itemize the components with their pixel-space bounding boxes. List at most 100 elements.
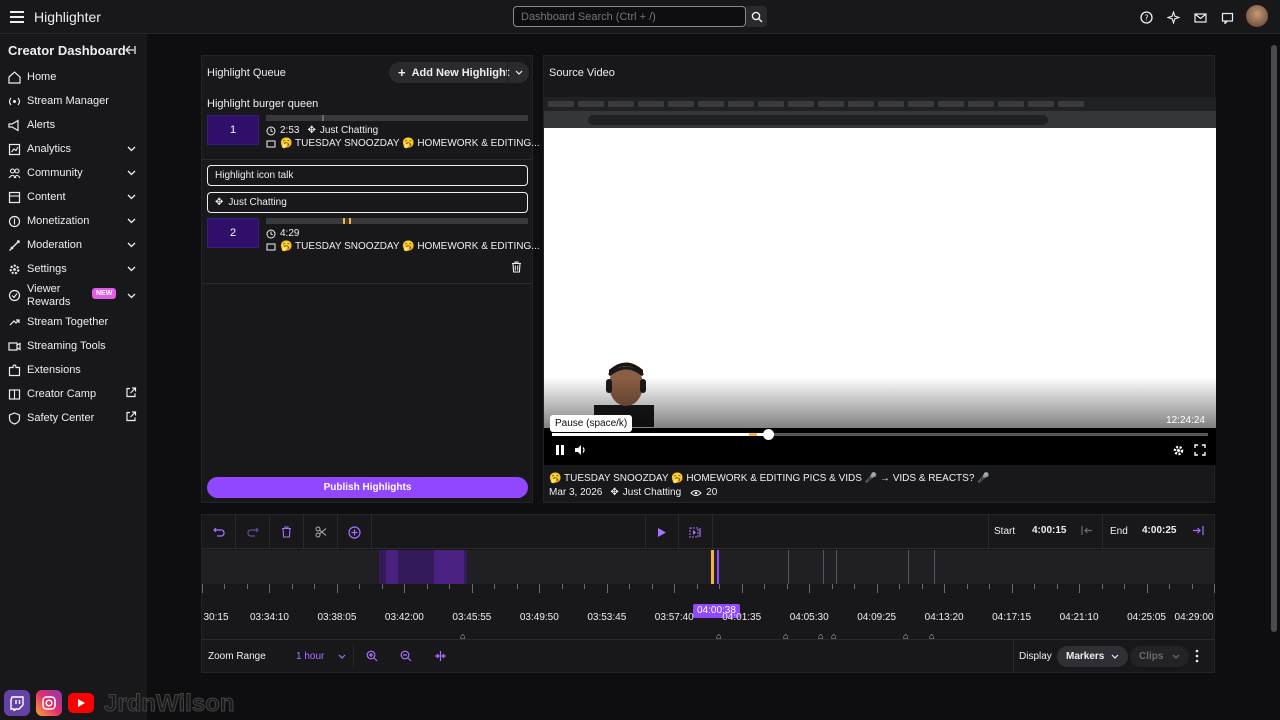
highlight-number: 1 — [229, 124, 237, 136]
timeline-tick-label: 04:17:15 — [992, 612, 1032, 623]
highlight-segment[interactable] — [386, 550, 398, 584]
highlight-thumbnail-2[interactable]: 2 — [207, 218, 259, 248]
inbox-icon[interactable] — [1192, 10, 1208, 26]
sidebar-item-creator-camp[interactable]: Creator Camp — [0, 382, 147, 406]
source-stream-title: 🥱 TUESDAY SNOOZDAY 🥱 HOMEWORK & EDITING … — [549, 473, 990, 484]
highlight-name: Highlight burger queen — [207, 98, 319, 110]
page-scrollbar[interactable] — [1271, 45, 1277, 632]
user-avatar[interactable] — [1246, 5, 1268, 27]
fit-to-view-icon[interactable] — [434, 650, 447, 665]
timeline-tick-label: 04:09:25 — [857, 612, 897, 623]
highlight-category-input[interactable]: ✥ Just Chatting — [207, 192, 528, 213]
timeline-tick — [1214, 584, 1215, 593]
sidebar-item-stream-together[interactable]: Stream Together — [0, 310, 147, 334]
zoom-in-icon[interactable] — [366, 650, 378, 665]
chevron-down-icon[interactable] — [127, 263, 136, 275]
video-player[interactable]: 12:24:24 Pause (space/k) — [544, 97, 1216, 465]
dashboard-search-input[interactable] — [513, 6, 746, 27]
clock-icon — [266, 126, 276, 135]
search-button[interactable] — [746, 6, 767, 27]
jump-to-end-button[interactable] — [679, 515, 713, 549]
add-new-highlight-label: Add New Highlight — [411, 66, 510, 79]
sidebar-item-content[interactable]: Content — [0, 185, 147, 209]
sidebar-item-safety-center[interactable]: Safety Center — [0, 406, 147, 430]
add-clip-button[interactable] — [338, 515, 372, 549]
delete-button[interactable] — [270, 515, 304, 549]
sidebar-item-analytics[interactable]: Analytics — [0, 137, 147, 161]
sidebar-item-alerts[interactable]: Alerts — [0, 113, 147, 137]
footer-divider — [1013, 640, 1014, 673]
split-button[interactable] — [304, 515, 338, 549]
timeline-tick — [1191, 584, 1193, 589]
timeline-tick — [494, 584, 496, 589]
help-icon[interactable]: ? — [1138, 10, 1154, 26]
set-end-icon[interactable] — [1192, 525, 1204, 539]
video-settings-gear-icon[interactable] — [1172, 444, 1185, 460]
highlight-thumbnail-1[interactable]: 1 — [207, 115, 259, 145]
clips-toggle[interactable]: Clips — [1130, 646, 1190, 667]
timeline-tick-label: 04:25:05 — [1127, 612, 1166, 623]
sidebar-item-label: Monetization — [27, 215, 90, 227]
add-highlight-dropdown-chevron-icon[interactable] — [507, 62, 529, 83]
timeline-track[interactable] — [202, 550, 1214, 584]
play-button[interactable] — [645, 515, 679, 549]
chevron-down-icon[interactable] — [127, 215, 136, 227]
source-stream-meta: Mar 3, 2026 ✥ Just Chatting 20 — [549, 487, 717, 498]
sidebar-item-community[interactable]: Community — [0, 161, 147, 185]
timeline-ruler: 04:00:38 ⌂ ⌂ ⌂ ⌂ ⌂ ⌂ ⌂ 30:15 03:34:10 03:3… — [202, 584, 1215, 641]
video-seek-bar[interactable] — [552, 429, 1208, 440]
sidebar-item-monetization[interactable]: Monetization — [0, 209, 147, 233]
redo-button[interactable] — [236, 515, 270, 549]
sidebar-item-moderation[interactable]: Moderation — [0, 233, 147, 257]
markers-toggle[interactable]: Markers — [1057, 646, 1129, 667]
highlight-segment[interactable] — [434, 550, 464, 584]
marker-line — [836, 550, 837, 584]
video-source-icon — [266, 140, 276, 147]
more-options-icon[interactable] — [1195, 649, 1199, 666]
zoom-out-icon[interactable] — [400, 650, 412, 665]
sidebar-item-settings[interactable]: Settings — [0, 257, 147, 281]
timeline-tick — [202, 584, 203, 593]
undo-button[interactable] — [202, 515, 236, 549]
sparkle-icon[interactable] — [1165, 10, 1181, 26]
hamburger-menu-icon[interactable] — [6, 6, 28, 28]
zoom-range-select[interactable]: 1 hour — [288, 645, 354, 667]
sword-icon — [8, 239, 21, 252]
chevron-down-icon[interactable] — [127, 191, 136, 203]
delete-highlight-icon[interactable] — [511, 261, 522, 276]
chevron-down-icon[interactable] — [127, 290, 136, 302]
publish-highlights-button[interactable]: Publish Highlights — [207, 477, 528, 498]
sidebar-item-extensions[interactable]: Extensions — [0, 358, 147, 382]
start-label: Start — [994, 526, 1016, 537]
top-bar: Highlighter ? — [0, 0, 1280, 34]
timeline-playhead[interactable] — [717, 550, 719, 584]
add-new-highlight-button[interactable]: + Add New Highlight — [389, 62, 529, 83]
whispers-icon[interactable] — [1219, 10, 1235, 26]
sidebar-item-streaming-tools[interactable]: Streaming Tools — [0, 334, 147, 358]
timeline-tick — [966, 584, 968, 589]
mini-timeline-marker — [322, 115, 324, 121]
coins-icon — [8, 215, 21, 228]
sidebar-item-label: Moderation — [27, 239, 83, 251]
sidebar-item-label: Extensions — [27, 364, 81, 376]
chevron-down-icon[interactable] — [127, 167, 136, 179]
chevron-down-icon — [1111, 654, 1119, 659]
set-start-icon[interactable] — [1081, 525, 1093, 539]
sidebar-item-stream-manager[interactable]: Stream Manager — [0, 89, 147, 113]
pause-icon[interactable] — [554, 444, 566, 459]
browser-address-bar — [544, 111, 1216, 128]
chevron-down-icon[interactable] — [127, 143, 136, 155]
timeline-tick — [449, 584, 451, 589]
volume-icon[interactable] — [574, 444, 588, 459]
marker-line — [823, 550, 824, 584]
sidebar-item-viewer-rewards[interactable]: Viewer Rewards NEW — [0, 281, 147, 310]
timeline-tick — [1011, 584, 1013, 593]
collapse-sidebar-icon[interactable] — [124, 44, 136, 58]
fullscreen-icon[interactable] — [1194, 444, 1206, 459]
end-time-value: 4:00:25 — [1142, 525, 1177, 536]
chevron-down-icon[interactable] — [127, 239, 136, 251]
chart-icon — [8, 143, 21, 156]
sidebar-item-home[interactable]: Home — [0, 65, 147, 89]
highlight-mini-timeline — [266, 218, 528, 224]
highlight-title-input[interactable]: Highlight icon talk — [207, 165, 528, 186]
